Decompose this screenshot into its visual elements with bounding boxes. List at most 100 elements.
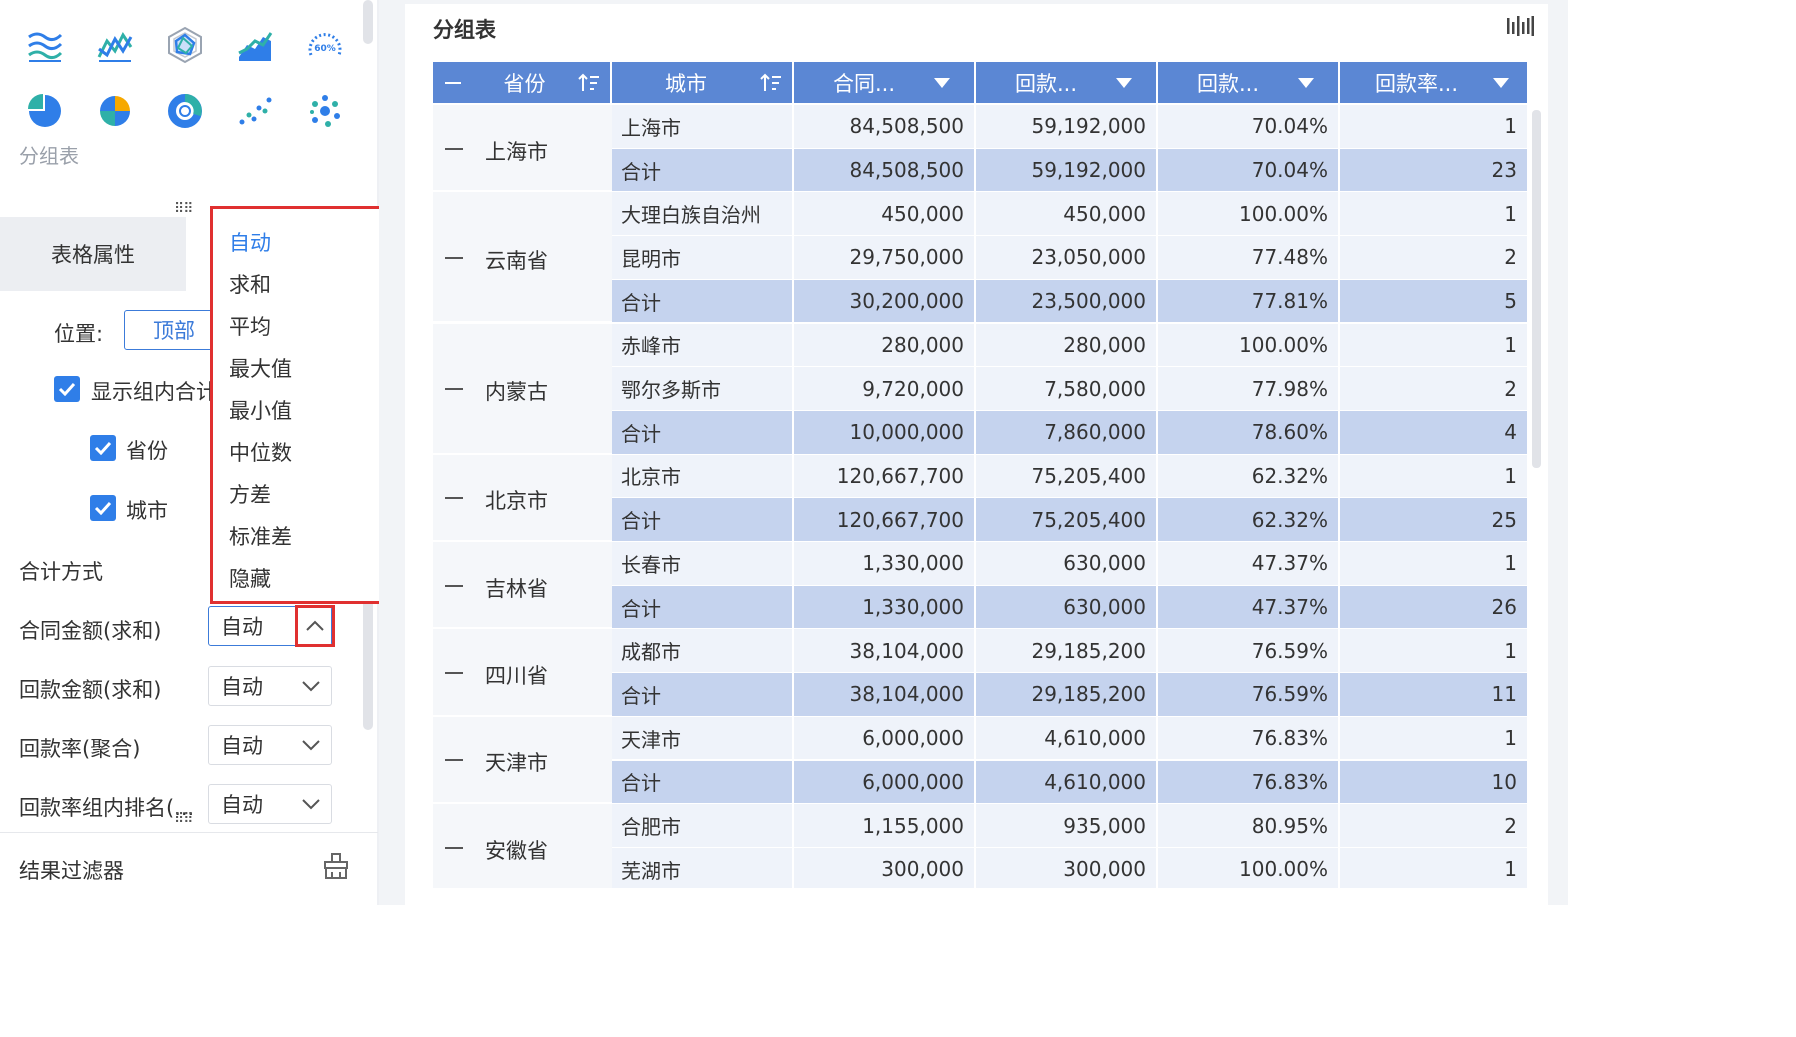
city-checkbox-label: 城市 xyxy=(126,499,168,523)
caret-down-icon[interactable] xyxy=(1493,77,1527,88)
line-chart-icon[interactable] xyxy=(93,23,137,67)
contract-amount-cell: 1,155,000 xyxy=(794,804,976,848)
payment-rate-cell: 80.95% xyxy=(1158,804,1340,848)
multi-line-chart-icon[interactable] xyxy=(23,23,67,67)
rank-cell: 26 xyxy=(1340,585,1527,630)
header-province[interactable]: 省份 xyxy=(433,62,612,103)
contract-amount-cell: 84,508,500 xyxy=(794,105,976,149)
chevron-down-icon[interactable] xyxy=(291,726,331,764)
show-group-total-checkbox[interactable] xyxy=(54,376,80,402)
chevron-down-icon[interactable] xyxy=(291,785,331,823)
city-checkbox[interactable] xyxy=(90,495,116,521)
scatter-chart-icon[interactable] xyxy=(233,89,277,133)
rank-cell: 1 xyxy=(1340,629,1527,674)
rank-cell: 1 xyxy=(1340,847,1527,888)
dropdown-option-median[interactable]: 中位数 xyxy=(229,437,292,467)
section-resize-handle[interactable]: ⠿⠿ xyxy=(174,811,193,827)
contract-amount-cell: 6,000,000 xyxy=(794,716,976,761)
group-table: 省份 城市 合同... 回款... 回款... 回款率... 上海市 上海市 84,… xyxy=(433,62,1527,888)
collapse-group-icon[interactable] xyxy=(445,672,463,675)
area-chart-icon[interactable] xyxy=(233,23,277,67)
rank-cell: 10 xyxy=(1340,760,1527,805)
header-city[interactable]: 城市 xyxy=(612,62,794,103)
contract-amount-select[interactable]: 自动 xyxy=(208,604,335,647)
dropdown-option-auto[interactable]: 自动 xyxy=(229,227,271,257)
donut-chart-icon[interactable] xyxy=(163,89,207,133)
chevron-down-icon[interactable] xyxy=(291,667,331,705)
sort-icon[interactable] xyxy=(760,73,792,93)
header-payment-amount[interactable]: 回款... xyxy=(976,62,1158,103)
province-checkbox[interactable] xyxy=(90,435,116,461)
left-scrollbar-thumb-lower[interactable] xyxy=(363,590,373,730)
multi-pie-chart-icon[interactable] xyxy=(93,89,137,133)
payment-amount-select[interactable]: 自动 xyxy=(208,666,332,706)
caret-down-icon[interactable] xyxy=(1116,77,1156,88)
header-payment-rate-rank[interactable]: 回款率... xyxy=(1340,62,1527,103)
dropdown-option-max[interactable]: 最大值 xyxy=(229,353,292,383)
rank-cell: 2 xyxy=(1340,236,1527,280)
contract-amount-cell: 450,000 xyxy=(794,192,976,237)
payment-rate-cell: 77.98% xyxy=(1158,367,1340,411)
collapse-all-icon[interactable] xyxy=(445,81,471,85)
payment-rate-cell: 76.59% xyxy=(1158,629,1340,674)
caret-down-icon[interactable] xyxy=(1298,77,1338,88)
province-group-cell: 安徽省 xyxy=(433,804,612,888)
dropdown-option-average[interactable]: 平均 xyxy=(229,311,271,341)
caret-down-icon[interactable] xyxy=(934,77,974,88)
subtotal-label-cell: 合计 xyxy=(612,410,794,455)
payment-rate-select[interactable]: 自动 xyxy=(208,725,332,765)
panel-resize-handle[interactable]: ⠿⠿ xyxy=(174,201,193,217)
filter-brush-icon[interactable] xyxy=(322,852,352,882)
payment-rate-rank-select[interactable]: 自动 xyxy=(208,784,332,824)
city-cell: 天津市 xyxy=(612,716,794,761)
select-value: 自动 xyxy=(221,734,263,758)
collapse-group-icon[interactable] xyxy=(445,388,463,391)
chevron-up-icon[interactable] xyxy=(295,604,335,647)
city-cell: 鄂尔多斯市 xyxy=(612,367,794,411)
position-label: 位置: xyxy=(54,322,104,346)
city-cell: 上海市 xyxy=(612,105,794,149)
collapse-group-icon[interactable] xyxy=(445,584,463,587)
select-value: 自动 xyxy=(221,675,263,699)
table-scrollbar-thumb[interactable] xyxy=(1532,110,1541,468)
radar-chart-icon[interactable] xyxy=(163,23,207,67)
city-cell: 大理白族自治州 xyxy=(612,192,794,237)
dropdown-option-hide[interactable]: 隐藏 xyxy=(229,563,271,593)
payment-amount-cell: 29,185,200 xyxy=(976,629,1158,674)
sort-icon[interactable] xyxy=(578,73,610,93)
dropdown-option-min[interactable]: 最小值 xyxy=(229,395,292,425)
bubble-chart-icon[interactable] xyxy=(303,89,347,133)
show-group-total-label: 显示组内合计 xyxy=(91,380,217,404)
payment-amount-cell: 280,000 xyxy=(976,323,1158,368)
province-group-cell: 内蒙古 xyxy=(433,323,612,455)
collapse-group-icon[interactable] xyxy=(445,497,463,500)
payment-amount-cell: 300,000 xyxy=(976,847,1158,888)
rank-cell: 5 xyxy=(1340,279,1527,324)
payment-rate-cell: 100.00% xyxy=(1158,323,1340,368)
gauge-chart-icon[interactable]: 60% xyxy=(303,23,347,67)
left-scrollbar-thumb[interactable] xyxy=(363,0,373,44)
collapse-group-icon[interactable] xyxy=(445,147,463,150)
pie-chart-icon[interactable] xyxy=(23,89,67,133)
result-filter-label: 结果过滤器 xyxy=(19,859,124,883)
header-payment-rate[interactable]: 回款... xyxy=(1158,62,1340,103)
dropdown-option-sum[interactable]: 求和 xyxy=(229,269,271,299)
payment-rate-cell: 62.32% xyxy=(1158,498,1340,542)
province-name: 安徽省 xyxy=(485,838,548,863)
dropdown-option-variance[interactable]: 方差 xyxy=(229,479,271,509)
dropdown-option-stddev[interactable]: 标准差 xyxy=(229,521,292,551)
tab-table-properties[interactable]: 表格属性 xyxy=(0,217,186,291)
header-contract-amount[interactable]: 合同... xyxy=(794,62,976,103)
payment-rate-cell: 70.04% xyxy=(1158,148,1340,193)
total-method-label: 合计方式 xyxy=(19,560,103,584)
position-top-button[interactable]: 顶部 xyxy=(124,310,224,350)
payment-amount-cell: 630,000 xyxy=(976,542,1158,586)
collapse-group-icon[interactable] xyxy=(445,759,463,762)
column-settings-icon[interactable] xyxy=(1506,16,1536,40)
province-name: 北京市 xyxy=(485,489,548,514)
subtotal-label-cell: 合计 xyxy=(612,498,794,542)
payment-rate-rank-label: 回款率组内排名(... xyxy=(19,796,195,820)
collapse-group-icon[interactable] xyxy=(445,256,463,259)
contract-amount-label: 合同金额(求和) xyxy=(19,619,162,643)
collapse-group-icon[interactable] xyxy=(445,846,463,849)
